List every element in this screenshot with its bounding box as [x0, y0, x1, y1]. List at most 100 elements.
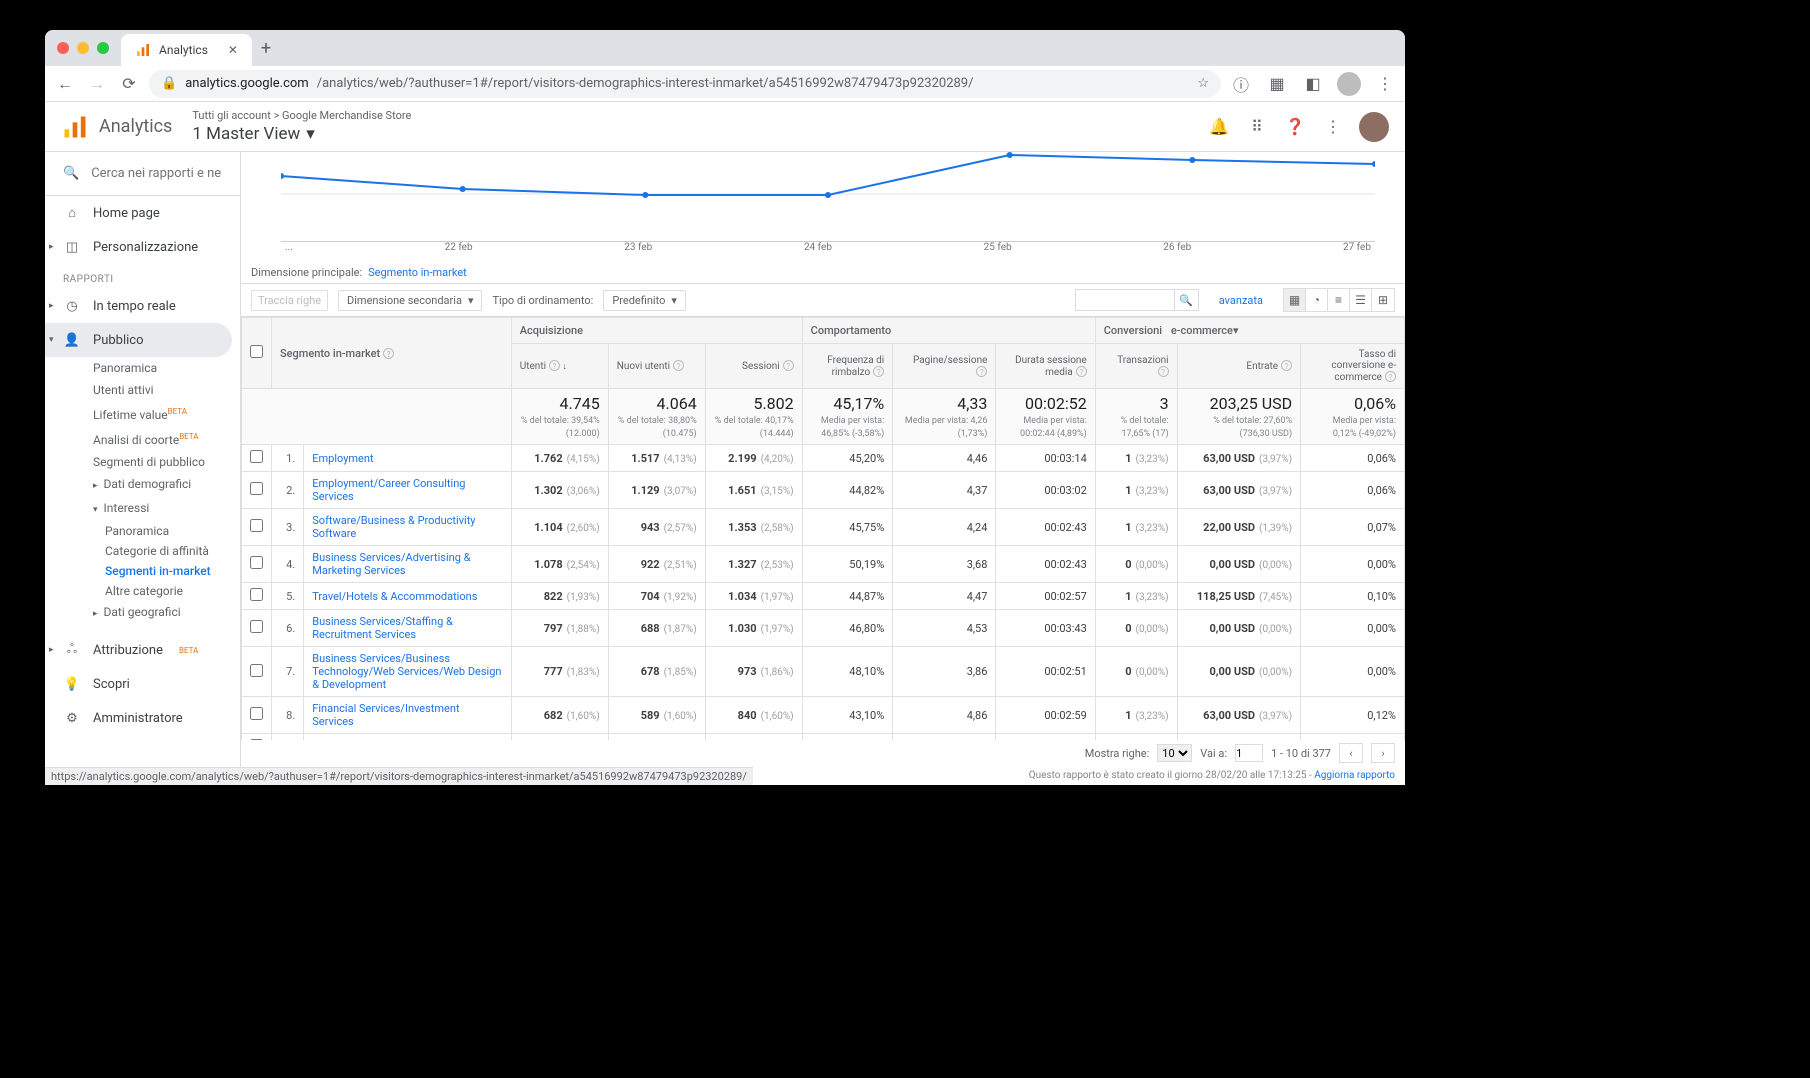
row-segment[interactable]: Business Services/Staffing & Recruitment…: [304, 610, 511, 647]
row-checkbox[interactable]: [250, 620, 263, 633]
sub-int-overview[interactable]: Panoramica: [45, 521, 240, 541]
sidebar-item-customization[interactable]: ◫Personalizzazione: [45, 230, 240, 264]
maximize-window-icon[interactable]: [97, 42, 109, 54]
conversions-dropdown[interactable]: e-commerce ▾: [1165, 323, 1245, 338]
sub-overview[interactable]: Panoramica: [45, 357, 240, 379]
row-segment[interactable]: Employment: [304, 445, 511, 472]
notifications-icon[interactable]: 🔔: [1207, 115, 1231, 139]
view-table-icon[interactable]: ▦: [1284, 289, 1306, 311]
row-checkbox[interactable]: [250, 588, 263, 601]
row-index: 5.: [272, 583, 304, 610]
sidebar-search[interactable]: 🔍: [45, 152, 240, 196]
row-checkbox[interactable]: [250, 519, 263, 532]
row-checkbox[interactable]: [250, 450, 263, 463]
app-name: Analytics: [99, 116, 172, 137]
row-segment[interactable]: Financial Services/Investment Services: [304, 697, 511, 734]
profile-avatar-icon[interactable]: [1337, 72, 1361, 96]
col-duration[interactable]: Durata sessione media?: [996, 344, 1095, 389]
goto-page-input[interactable]: [1235, 744, 1263, 762]
search-input[interactable]: [91, 166, 222, 181]
url-host: analytics.google.com: [185, 76, 309, 91]
next-page-button[interactable]: ›: [1371, 743, 1395, 763]
breadcrumb[interactable]: Tutti gli account > Google Merchandise S…: [192, 109, 411, 122]
view-bar-icon[interactable]: ≡: [1328, 289, 1350, 311]
sidebar-section-reports: RAPPORTI: [45, 264, 240, 289]
sub-int-other[interactable]: Altre categorie: [45, 581, 240, 601]
primary-dimension[interactable]: Segmento in-market: [368, 266, 467, 279]
view-comparison-icon[interactable]: ☰: [1350, 289, 1372, 311]
table-row: 2.Employment/Career Consulting Services1…: [242, 472, 1405, 509]
address-field[interactable]: 🔒 analytics.google.com/analytics/web/?au…: [149, 70, 1221, 98]
sidebar-item-audience[interactable]: 👤Pubblico: [45, 323, 232, 357]
sub-active-users[interactable]: Utenti attivi: [45, 379, 240, 401]
sub-segments[interactable]: Segmenti di pubblico: [45, 451, 240, 473]
user-avatar[interactable]: [1359, 112, 1389, 142]
col-transactions[interactable]: Transazioni?: [1095, 344, 1177, 389]
view-selector[interactable]: 1 Master View▾: [192, 124, 411, 144]
row-checkbox[interactable]: [250, 707, 263, 720]
select-all-checkbox[interactable]: [250, 345, 263, 358]
star-icon[interactable]: ☆: [1197, 76, 1209, 91]
col-bounce[interactable]: Frequenza di rimbalzo?: [802, 344, 893, 389]
dashboard-icon: ◫: [63, 240, 81, 255]
summary-row: 4.745% del totale: 39,54% (12.000) 4.064…: [242, 389, 1405, 445]
view-pie-icon[interactable]: ◔: [1306, 289, 1328, 311]
table-search-button[interactable]: 🔍: [1175, 289, 1199, 311]
view-pivot-icon[interactable]: ⊞: [1372, 289, 1394, 311]
sub-int-inmarket[interactable]: Segmenti in-market: [45, 561, 240, 581]
sub-ltv[interactable]: Lifetime valueBETA: [45, 401, 240, 426]
row-checkbox[interactable]: [250, 664, 263, 677]
row-segment[interactable]: Employment/Career Consulting Services: [304, 472, 511, 509]
back-icon[interactable]: ←: [53, 72, 77, 96]
reload-icon[interactable]: ⟳: [117, 72, 141, 96]
col-pps[interactable]: Pagine/sessione?: [893, 344, 996, 389]
gear-icon: ⚙: [63, 711, 81, 726]
row-checkbox[interactable]: [250, 556, 263, 569]
sidebar-item-admin[interactable]: ⚙Amministratore: [45, 701, 240, 735]
secondary-dimension-dropdown[interactable]: Dimensione secondaria▾: [338, 290, 482, 311]
col-new-users[interactable]: Nuovi utenti?: [608, 344, 705, 389]
browser-tab[interactable]: Analytics ✕: [121, 34, 252, 66]
table-row: 6.Business Services/Staffing & Recruitme…: [242, 610, 1405, 647]
sidebar-item-attribution[interactable]: ஃAttribuzioneBETA: [45, 633, 240, 667]
sub-cohort[interactable]: Analisi di coorteBETA: [45, 426, 240, 451]
lock-icon: 🔒: [161, 76, 177, 91]
minimize-window-icon[interactable]: [77, 42, 89, 54]
forward-icon[interactable]: →: [85, 72, 109, 96]
apps-icon[interactable]: ⠿: [1245, 115, 1269, 139]
col-users[interactable]: Utenti? ↓: [511, 344, 608, 389]
refresh-report-link[interactable]: Aggiorna rapporto: [1314, 770, 1395, 781]
sort-type-dropdown[interactable]: Predefinito▾: [603, 290, 686, 311]
table-search-input[interactable]: [1075, 289, 1175, 311]
row-segment[interactable]: Software/Business & Productivity Softwar…: [304, 509, 511, 546]
sidebar-item-home[interactable]: ⌂Home page: [45, 196, 240, 230]
row-segment[interactable]: Travel/Hotels & Accommodations: [304, 583, 511, 610]
main-content: 500 ...22 feb23 feb24 feb25 feb26 feb27 …: [241, 152, 1405, 785]
advanced-filter-link[interactable]: avanzata: [1219, 294, 1263, 307]
sub-interests[interactable]: ▾Interessi: [45, 497, 240, 521]
menu-icon[interactable]: ⋮: [1373, 72, 1397, 96]
close-tab-icon[interactable]: ✕: [228, 43, 238, 57]
devtools-icon[interactable]: ▦: [1265, 72, 1289, 96]
extensions-icon[interactable]: ◧: [1301, 72, 1325, 96]
help-icon[interactable]: ❓: [1283, 115, 1307, 139]
primary-dimension-row: Dimensione principale:Segmento in-market: [241, 262, 1405, 283]
info-icon[interactable]: ⓘ: [1229, 72, 1253, 96]
sub-geo[interactable]: ▸Dati geografici: [45, 601, 240, 625]
col-revenue[interactable]: Entrate?: [1177, 344, 1300, 389]
col-sessions[interactable]: Sessioni?: [705, 344, 802, 389]
kebab-icon[interactable]: ⋮: [1321, 115, 1345, 139]
sidebar-item-discover[interactable]: 💡Scopri: [45, 667, 240, 701]
row-segment[interactable]: Business Services/Business Technology/We…: [304, 647, 511, 697]
new-tab-button[interactable]: +: [252, 38, 280, 59]
close-window-icon[interactable]: [57, 42, 69, 54]
plot-rows-button[interactable]: Traccia righe: [251, 290, 328, 311]
col-ecr[interactable]: Tasso di conversione e-commerce?: [1301, 344, 1405, 389]
row-segment[interactable]: Business Services/Advertising & Marketin…: [304, 546, 511, 583]
sidebar-item-realtime[interactable]: ◷In tempo reale: [45, 289, 240, 323]
prev-page-button[interactable]: ‹: [1339, 743, 1363, 763]
row-checkbox[interactable]: [250, 482, 263, 495]
sub-demographics[interactable]: ▸Dati demografici: [45, 473, 240, 497]
sub-int-affinity[interactable]: Categorie di affinità: [45, 541, 240, 561]
rows-per-page-select[interactable]: 10: [1157, 744, 1192, 762]
